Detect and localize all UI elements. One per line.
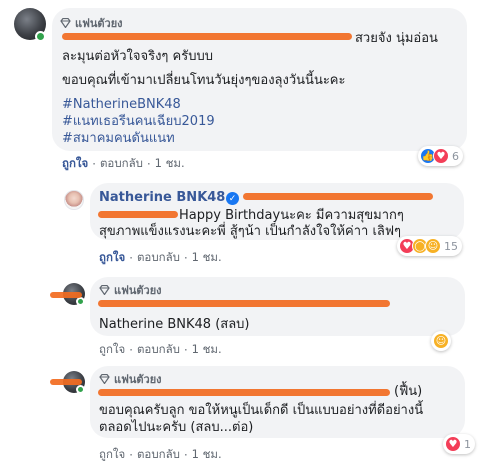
diamond-icon [99,374,110,384]
reaction-count: 1 [464,437,471,451]
reaction-summary[interactable]: 👍 ♥ 6 [418,146,463,166]
comment-text-line2: ละมุนต่อหัวใจจริงๆ ครับบบ [62,49,213,64]
reply-text: Natherine BNK48 (สลบ) [99,317,250,332]
reply-text-line2: สุขภาพแข็งแรงนะคะพี่ สู้ๆน้า เป็นกำลังใจ… [99,224,402,239]
online-status-dot [35,31,46,42]
fan-badge-label: แฟนตัวยง [114,284,162,297]
comment-text-line1: สวยจัง นุ่มอ่อน [355,31,438,46]
diamond-icon [60,18,71,28]
like-link[interactable]: ถูกใจ [99,341,125,359]
reply-link[interactable]: ตอบกลับ [137,341,180,359]
hashtag-link[interactable]: #สมาคมคนดันแนท [62,131,175,147]
love-reaction-icon: ♥ [433,148,449,164]
reply-actions: ถูกใจ · ตอบกลับ · 1 ชม. [99,249,222,267]
redacted-author-name [98,389,390,396]
reaction-count: 6 [452,149,459,163]
timestamp[interactable]: 1 ชม. [192,249,222,267]
top-fan-badge: แฟนตัวยง [60,14,123,32]
verified-check-icon: ✓ [226,192,239,205]
reply-actions: ถูกใจ · ตอบกลับ · 1 ชม. [99,341,222,359]
love-reaction-icon: ♥ [445,436,461,452]
reaction-count: 15 [444,239,458,253]
reply-text-line1: ขอบคุณครับลูก ขอให้หนูเป็นเด็กดี เป็นแบบ… [99,403,424,418]
online-status-dot [76,297,85,306]
reply-link[interactable]: ตอบกลับ [137,249,180,267]
redacted-author-name [98,300,390,307]
fan-badge-label: แฟนตัวยง [75,17,123,30]
comment-actions: ถูกใจ · ตอบกลับ · 1 ชม. [62,155,185,173]
reply-text-line1: Happy Birthdayนะคะ มีความสุขมากๆ [179,208,404,223]
redacted-mention [243,193,433,200]
comment-text-line3: ขอบคุณที่เข้ามาเปลี่ยนโทนวันยุ่งๆของลุงว… [62,73,346,88]
timestamp[interactable]: 1 ชม. [192,341,222,359]
reaction-summary[interactable]: ♥ ◯ ☺ 15 [397,236,462,256]
top-fan-badge: แฟนตัวยง [99,281,162,299]
fan-badge-label: แฟนตัวยง [114,373,162,386]
reply-author-name[interactable]: Natherine BNK48 [99,190,225,205]
haha-reaction-icon: ☺ [433,333,449,349]
hashtag-link[interactable]: #NatherineBNK48 [62,97,181,113]
reply-text-line2: ตลอดไปนะครับ (สลบ...ต่อ) [99,420,254,435]
haha-reaction-icon: ☺ [425,238,441,254]
online-status-dot [76,385,85,394]
timestamp[interactable]: 1 ชม. [155,155,185,173]
like-link[interactable]: ถูกใจ [62,155,88,173]
reply-link[interactable]: ตอบกลับ [100,155,143,173]
redacted-author-avatar-mark [50,292,82,298]
reply-link[interactable]: ตอบกลับ [137,446,180,464]
redacted-author-avatar-mark [50,379,82,385]
redacted-author-name [62,33,352,40]
hashtag-link[interactable]: #แนทเธอรีนคนเฉียบ2019 [62,114,215,130]
timestamp[interactable]: 1 ชม. [192,446,222,464]
reply-actions: ถูกใจ · ตอบกลับ · 1 ชม. [99,446,222,464]
reaction-summary[interactable]: ☺ [431,331,451,351]
reply-author-avatar[interactable] [64,190,84,210]
like-link[interactable]: ถูกใจ [99,249,125,267]
reply-text-tail: (ฟื้น) [394,384,423,399]
redacted-mention [98,211,178,218]
like-link[interactable]: ถูกใจ [99,446,125,464]
diamond-icon [99,285,110,295]
reaction-summary[interactable]: ♥ 1 [443,434,475,454]
top-fan-badge: แฟนตัวยง [99,370,162,388]
